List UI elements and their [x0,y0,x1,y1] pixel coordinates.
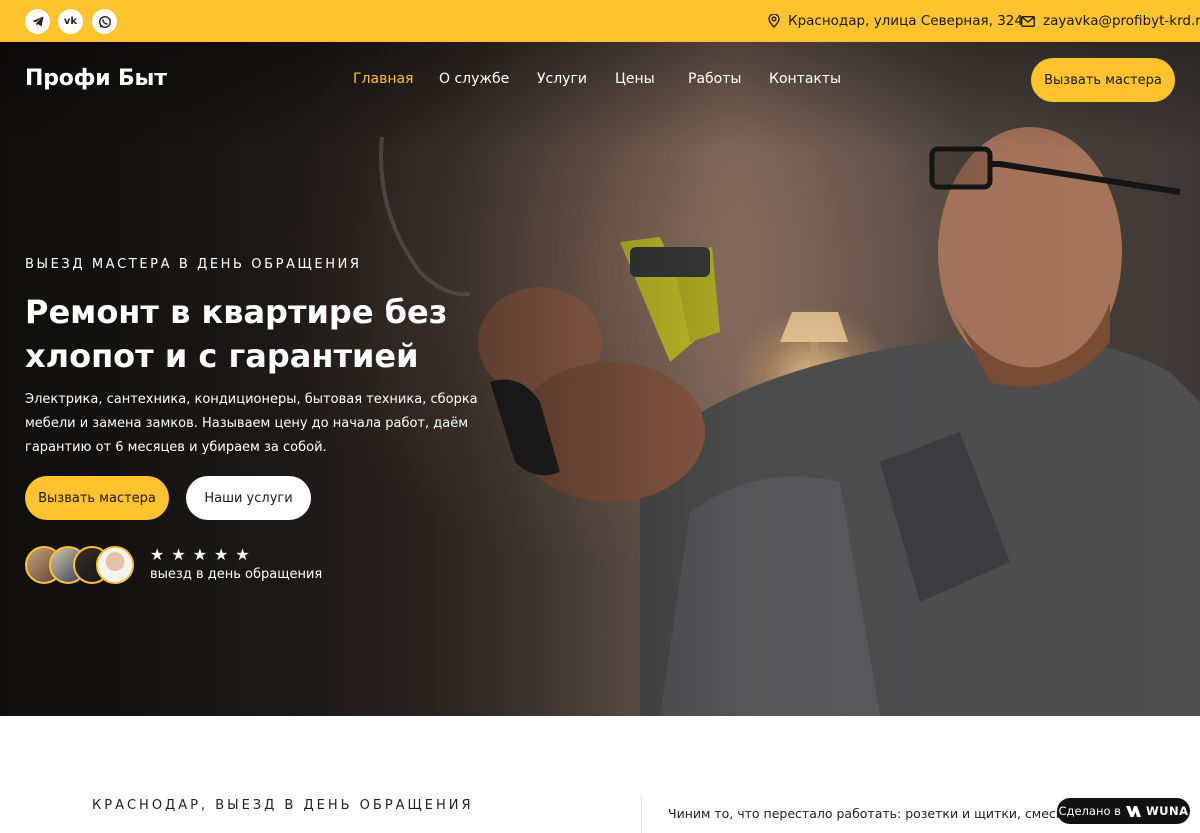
wuna-logo-icon [1125,805,1141,817]
call-master-button-header[interactable]: Вызвать мастера [1031,58,1175,102]
header-overlay [0,42,1200,152]
nav-contacts[interactable]: Контакты [769,71,841,89]
email[interactable]: zayavka@profibyt-krd.ru [1021,12,1200,30]
vk-icon-label: vk [63,16,78,27]
made-with-badge[interactable]: Сделано в WUNA [1057,798,1190,824]
star-icon: ★ [150,545,165,564]
hero-lead: Электрика, сантехника, кондиционеры, быт… [25,392,478,455]
whatsapp-icon[interactable] [92,9,117,34]
section-eyebrow: КРАСНОДАР, ВЫЕЗД В ДЕНЬ ОБРАЩЕНИЯ [92,798,474,813]
address-text: Краснодар, улица Северная, 324 [788,13,1023,29]
star-icon: ★ [235,545,250,564]
location-pin-icon [768,14,780,28]
call-master-button[interactable]: Вызвать мастера [25,476,169,520]
vk-icon[interactable]: vk [58,9,83,34]
hero-headline: Ремонт в квартире без хлопот и с гаранти… [25,293,448,375]
avatar [96,546,134,584]
nav-services[interactable]: Услуги [537,71,587,89]
telegram-icon[interactable] [25,9,50,34]
logo[interactable]: Профи Быт [25,66,167,91]
hero-section [0,42,1200,716]
star-icon: ★ [192,545,208,564]
section-text: Чиним то, что перестало работать: розетк… [668,806,1088,821]
star-icon: ★ [171,545,186,564]
mail-icon [1021,15,1035,27]
address[interactable]: Краснодар, улица Северная, 324 [768,12,1023,30]
rating-text: выезд в день обращения [150,567,323,582]
nav-works[interactable]: Работы [688,71,741,89]
star-icon: ★ [214,545,229,564]
made-with-label: Сделано в [1058,804,1121,818]
top-bar: vk Краснодар, улица Северная, 324 zayavk… [0,0,1200,42]
nav-about[interactable]: О службе [439,71,509,89]
email-text: zayavka@profibyt-krd.ru [1043,13,1200,29]
our-services-button[interactable]: Наши услуги [186,476,311,520]
rating-stars: ★ ★ ★ ★ ★ [150,546,250,564]
divider [641,796,642,833]
nav-prices[interactable]: Цены [615,71,655,89]
made-with-brand: WUNA [1145,804,1189,818]
hero-eyebrow: ВЫЕЗД МАСТЕРА В ДЕНЬ ОБРАЩЕНИЯ [25,257,362,272]
nav-home[interactable]: Главная [353,71,413,89]
